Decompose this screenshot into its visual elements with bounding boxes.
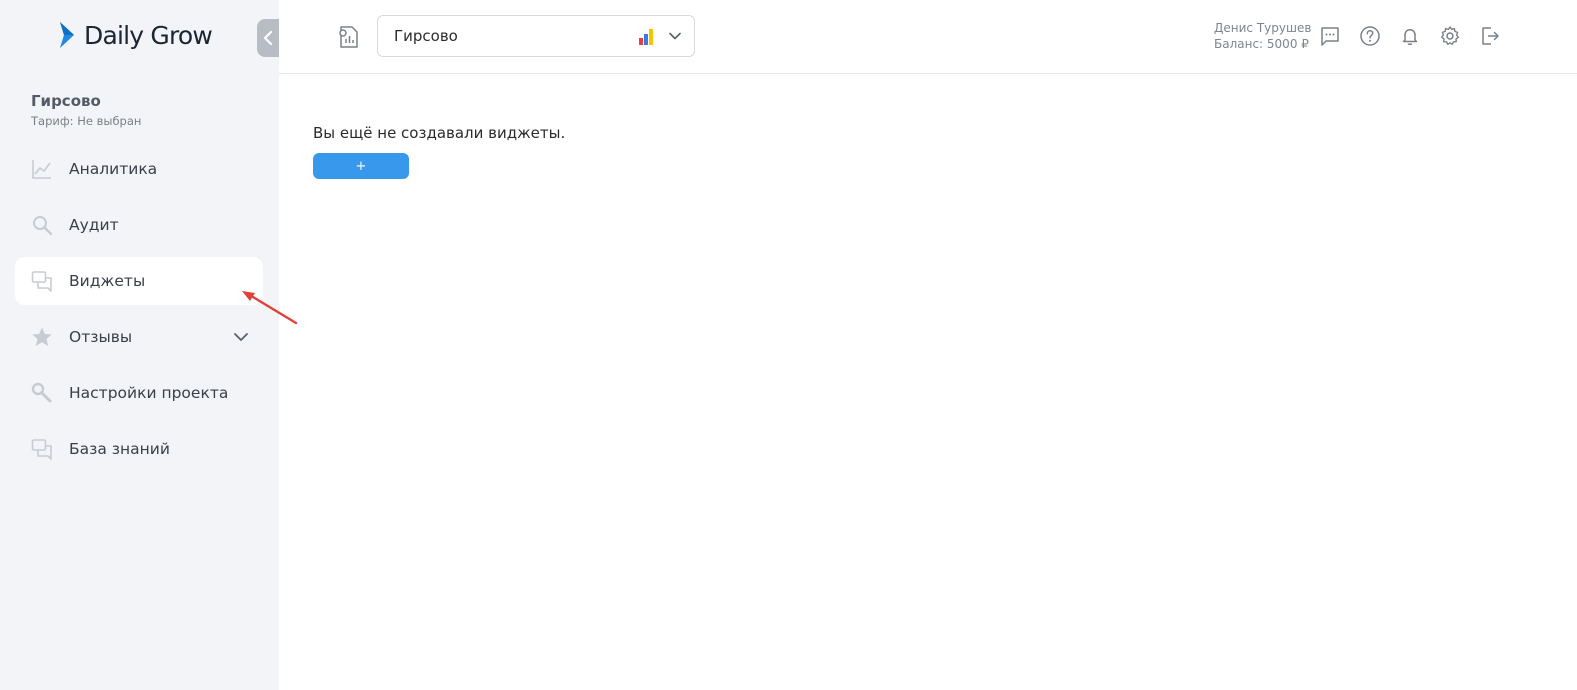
yandex-metrica-icon	[639, 29, 653, 45]
message-icon[interactable]	[1318, 24, 1342, 48]
sidebar-item-label: Аудит	[69, 216, 119, 234]
sidebar-item-widgets[interactable]: Виджеты	[15, 257, 263, 305]
logo-text: Daily Grow	[84, 20, 213, 50]
sidebar-item-audit[interactable]: Аудит	[15, 201, 263, 249]
project-select[interactable]: Гирсово	[377, 15, 695, 57]
project-name: Гирсово	[31, 92, 101, 110]
logo[interactable]: Daily Grow	[58, 20, 213, 50]
project-info: Гирсово Тариф: Не выбран	[31, 92, 141, 128]
user-balance: Баланс: 5000 ₽	[1214, 37, 1309, 51]
chart-icon	[31, 158, 53, 180]
chevron-down-icon	[669, 32, 681, 40]
sidebar-item-label: Аналитика	[69, 160, 158, 178]
user-name: Денис Турушев	[1214, 21, 1312, 35]
sidebar-item-reviews[interactable]: Отзывы	[15, 313, 263, 361]
chevron-down-icon[interactable]	[233, 329, 249, 345]
sidebar-item-label: База знаний	[69, 440, 170, 458]
chat-bubbles-icon	[31, 438, 53, 460]
bell-icon[interactable]	[1398, 24, 1422, 48]
report-icon[interactable]	[337, 25, 359, 49]
sidebar-nav: Аналитика Аудит Виджеты Отзывы Настройки…	[15, 145, 263, 481]
sidebar-item-label: Виджеты	[69, 272, 146, 290]
user-info[interactable]: Денис Турушев Баланс: 5000 ₽	[1214, 20, 1311, 52]
main-content: Вы ещё не создавали виджеты. +	[313, 124, 565, 179]
top-bar: Гирсово Денис Турушев Баланс: 5000 ₽	[279, 0, 1577, 74]
sidebar-item-label: Отзывы	[69, 328, 133, 346]
sidebar-item-label: Настройки проекта	[69, 384, 229, 402]
project-tariff: Тариф: Не выбран	[31, 114, 142, 128]
help-icon[interactable]	[1358, 24, 1382, 48]
chat-bubbles-icon	[31, 270, 53, 292]
sidebar-item-analytics[interactable]: Аналитика	[15, 145, 263, 193]
add-widget-button[interactable]: +	[313, 153, 409, 179]
chevron-left-icon	[263, 31, 273, 45]
sidebar-collapse-button[interactable]	[257, 19, 279, 57]
empty-state-text: Вы ещё не создавали виджеты.	[313, 124, 566, 142]
sidebar-item-project-settings[interactable]: Настройки проекта	[15, 369, 263, 417]
annotation-arrow-icon	[242, 291, 298, 325]
star-icon	[31, 326, 53, 348]
logout-icon[interactable]	[1478, 24, 1502, 48]
wrench-icon	[31, 382, 53, 404]
sidebar: Daily Grow Гирсово Тариф: Не выбран Анал…	[0, 0, 279, 690]
project-select-value: Гирсово	[394, 27, 458, 45]
settings-icon[interactable]	[1438, 24, 1462, 48]
logo-mark-icon	[60, 22, 74, 48]
sidebar-item-knowledge-base[interactable]: База знаний	[15, 425, 263, 473]
search-icon	[31, 214, 53, 236]
